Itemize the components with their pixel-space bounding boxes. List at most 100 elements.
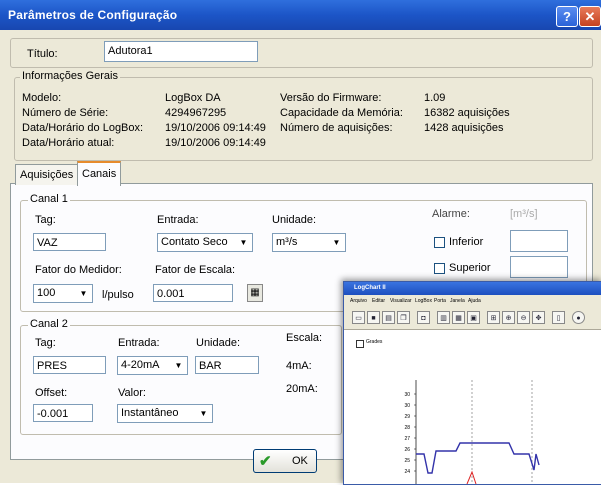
offset-label: Offset: xyxy=(35,387,68,399)
inferior-checkbox[interactable] xyxy=(434,237,445,248)
logchart-toolbar: ▭ ■ ▤ ❐ ◘ ▥ ▦ ▣ ⊞ ⊕ ⊖ ✥ ▯ ● xyxy=(344,307,601,330)
tab-canais[interactable]: Canais xyxy=(77,161,122,186)
canal1-unidade-label: Unidade: xyxy=(272,214,317,226)
escala-label: Escala: xyxy=(286,332,323,344)
fator-medidor-value: 100 xyxy=(37,287,56,299)
canal1-entrada-value: Contato Seco xyxy=(161,236,228,248)
save-icon[interactable]: ■ xyxy=(367,311,380,324)
canal2-legend: Canal 2 xyxy=(28,318,70,330)
titulo-input[interactable]: Adutora1 xyxy=(104,41,258,62)
y-tick-label: 28 xyxy=(404,425,410,431)
info-label: Capacidade da Memória: xyxy=(280,107,403,119)
chart-icon[interactable]: ▥ xyxy=(437,311,450,324)
menu-porta[interactable]: Porta xyxy=(434,295,446,307)
tab-aquisicoes[interactable]: Aquisições xyxy=(15,164,79,185)
info-value: 1.09 xyxy=(424,92,446,104)
canal2-entrada-value: 4-20mA xyxy=(121,359,160,371)
ok-button[interactable]: ✔ OK xyxy=(253,449,317,473)
canal1-legend: Canal 1 xyxy=(28,193,70,205)
logchart-menu-bar: Arquivo Editar Visualizar LogBox Porta J… xyxy=(344,295,601,307)
title-bar: Parâmetros de Configuração ? ✕ xyxy=(0,0,601,30)
alarme-label: Alarme: xyxy=(432,208,470,220)
menu-editar[interactable]: Editar xyxy=(372,295,385,307)
canal1-entrada-label: Entrada: xyxy=(157,214,199,226)
help-button[interactable]: ? xyxy=(556,6,578,27)
series-line xyxy=(416,442,540,474)
chevron-down-icon: ▼ xyxy=(174,361,183,370)
print-icon[interactable]: ▤ xyxy=(382,311,395,324)
escala-20ma-label: 20mA: xyxy=(286,383,318,395)
canal1-entrada-select[interactable]: Contato Seco ▼ xyxy=(157,233,253,252)
info-value: LogBox DA xyxy=(165,92,221,104)
info-value: 19/10/2006 09:14:49 xyxy=(165,122,266,134)
menu-visualizar[interactable]: Visualizar xyxy=(390,295,412,307)
info-label: Data/Horário do LogBox: xyxy=(22,122,144,134)
y-tick-label: 25 xyxy=(404,458,410,464)
logchart-title: LogChart II xyxy=(354,285,386,291)
canal1-unidade-value: m³/s xyxy=(276,236,298,248)
ok-label: OK xyxy=(292,455,308,467)
calculator-icon[interactable]: ▦ xyxy=(247,284,263,302)
superior-checkbox[interactable] xyxy=(434,263,445,274)
inferior-input[interactable] xyxy=(510,230,568,252)
window-title: Parâmetros de Configuração xyxy=(8,8,178,22)
canal1-unidade-select[interactable]: m³/s ▼ xyxy=(272,233,346,252)
y-tick-label: 24 xyxy=(404,469,410,475)
open-icon[interactable]: ▭ xyxy=(352,311,365,324)
y-tick-label: 27 xyxy=(404,436,410,442)
zoom-in-icon[interactable]: ⊕ xyxy=(502,311,515,324)
valor-select[interactable]: Instantâneo ▼ xyxy=(117,404,213,423)
info-label: Número de Série: xyxy=(22,107,109,119)
titulo-label: Título: xyxy=(27,48,58,60)
valor-value: Instantâneo xyxy=(121,407,179,419)
table-icon[interactable]: ▦ xyxy=(452,311,465,324)
fator-unit-label: l/pulso xyxy=(102,289,134,301)
y-tick-label: 30 xyxy=(404,403,410,409)
fator-medidor-select[interactable]: 100 ▼ xyxy=(33,284,93,303)
canal2-tag-input[interactable]: PRES xyxy=(33,356,106,374)
pan-icon[interactable]: ✥ xyxy=(532,311,545,324)
chevron-down-icon: ▼ xyxy=(79,289,88,298)
superior-input[interactable] xyxy=(510,256,568,278)
offset-input[interactable]: -0.001 xyxy=(33,404,93,422)
grid-icon[interactable]: ▣ xyxy=(467,311,480,324)
info-label: Número de aquisições: xyxy=(280,122,393,134)
menu-ajuda[interactable]: Ajuda xyxy=(468,295,481,307)
chevron-down-icon: ▼ xyxy=(239,238,248,247)
info-value: 4294967295 xyxy=(165,107,227,119)
zoom-out-icon[interactable]: ⊖ xyxy=(517,311,530,324)
canal1-tag-label: Tag: xyxy=(35,214,56,226)
canal2-tag-label: Tag: xyxy=(35,337,56,349)
logbox-icon[interactable]: ◘ xyxy=(417,311,430,324)
logchart-window: LogChart II Arquivo Editar Visualizar Lo… xyxy=(343,281,601,485)
chevron-down-icon: ▼ xyxy=(199,409,208,418)
chevron-down-icon: ▼ xyxy=(332,238,341,247)
zoom-area-icon[interactable]: ⊞ xyxy=(487,311,500,324)
tab-label: Aquisições xyxy=(20,169,74,181)
canal2-entrada-select[interactable]: 4-20mA ▼ xyxy=(117,356,188,375)
superior-label: Superior xyxy=(449,262,491,274)
menu-arquivo[interactable]: Arquivo xyxy=(350,295,367,307)
page-icon[interactable]: ▯ xyxy=(552,311,565,324)
fator-escala-input[interactable]: 0.001 xyxy=(153,284,233,302)
canal2-unidade-input[interactable]: BAR xyxy=(195,356,259,374)
y-tick-label: 30 xyxy=(404,392,410,398)
series-line-secondary xyxy=(466,470,477,484)
canal2-entrada-label: Entrada: xyxy=(118,337,160,349)
valor-label: Valor: xyxy=(118,387,146,399)
info-value: 16382 aquisições xyxy=(424,107,510,119)
y-tick-label: 26 xyxy=(404,447,410,453)
menu-logbox[interactable]: LogBox xyxy=(415,295,432,307)
copy-icon[interactable]: ❐ xyxy=(397,311,410,324)
circle-icon[interactable]: ● xyxy=(572,311,585,324)
close-button[interactable]: ✕ xyxy=(579,6,601,27)
logchart-plot-area: Grades 30 30 29 28 27 26 25 24 xyxy=(344,330,601,484)
info-value: 1428 aquisições xyxy=(424,122,504,134)
escala-4ma-label: 4mA: xyxy=(286,360,312,372)
canal1-tag-input[interactable]: VAZ xyxy=(33,233,106,251)
logchart-title-bar: LogChart II xyxy=(344,282,601,295)
menu-janela[interactable]: Janela xyxy=(450,295,465,307)
logchart-plot: 30 30 29 28 27 26 25 24 xyxy=(404,380,540,484)
canal2-unidade-label: Unidade: xyxy=(196,337,241,349)
checkmark-icon: ✔ xyxy=(259,453,272,470)
